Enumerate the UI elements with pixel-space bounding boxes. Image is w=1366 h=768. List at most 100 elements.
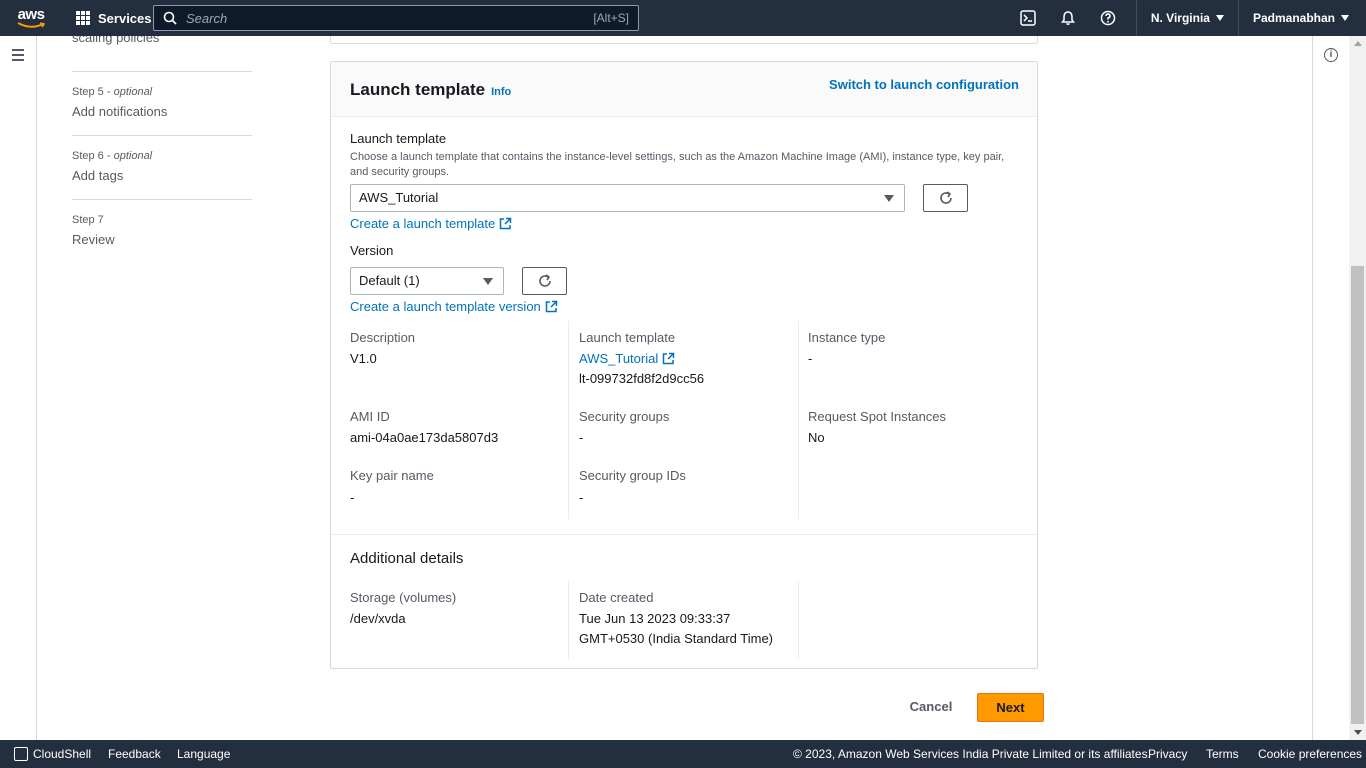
- scroll-up-arrow-icon[interactable]: [1354, 41, 1362, 46]
- step-item: Step 7 Review: [72, 199, 252, 263]
- footer-cookie-preferences-link[interactable]: Cookie preferences: [1258, 747, 1362, 761]
- column-separator: [568, 321, 569, 519]
- launch-template-select[interactable]: AWS_Tutorial: [350, 184, 905, 212]
- date-created-value-line2: GMT+0530 (India Standard Time): [579, 631, 774, 646]
- help-panel-rail: i: [1312, 36, 1349, 740]
- info-link[interactable]: Info: [491, 86, 511, 98]
- aws-smile-icon: [17, 22, 46, 28]
- scrollbar-thumb[interactable]: [1351, 266, 1364, 724]
- ami-id-label: AMI ID: [350, 409, 390, 424]
- help-icon: [1100, 10, 1116, 26]
- date-created-value-line1: Tue Jun 13 2023 09:33:37: [579, 611, 731, 626]
- spot-instances-value: No: [808, 430, 825, 445]
- services-label: Services: [98, 10, 152, 26]
- refresh-versions-button[interactable]: [522, 267, 567, 295]
- launch-template-selected-value: AWS_Tutorial: [359, 190, 439, 205]
- create-launch-template-version-link[interactable]: Create a launch template version: [350, 299, 558, 314]
- version-selected-value: Default (1): [359, 273, 420, 288]
- footer-language-link[interactable]: Language: [177, 747, 230, 761]
- column-separator: [798, 321, 799, 519]
- step-title[interactable]: Review: [72, 232, 252, 247]
- step-title[interactable]: Add notifications: [72, 104, 252, 119]
- template-name-text: AWS_Tutorial: [579, 351, 659, 366]
- help-button[interactable]: [1088, 0, 1128, 36]
- template-name-link[interactable]: AWS_Tutorial: [579, 351, 675, 366]
- page-scrollbar[interactable]: [1349, 36, 1366, 740]
- cloudshell-icon: [14, 747, 28, 761]
- launch-template-panel: Launch template Info Switch to launch con…: [330, 61, 1038, 669]
- step-item: Step 5 - optional Add notifications: [72, 71, 252, 135]
- grid-icon: [76, 11, 90, 25]
- refresh-launch-templates-button[interactable]: [923, 184, 968, 212]
- aws-logo[interactable]: aws: [14, 7, 48, 29]
- column-separator: [568, 581, 569, 659]
- security-group-ids-value: -: [579, 490, 584, 505]
- column-separator: [798, 581, 799, 659]
- account-menu[interactable]: Padmanabhan: [1237, 0, 1366, 36]
- step-title[interactable]: Add tags: [72, 168, 252, 183]
- version-label: Version: [350, 243, 394, 258]
- caret-down-icon: [483, 278, 493, 285]
- panel-title-text: Launch template: [350, 80, 486, 99]
- search-icon: [163, 11, 177, 25]
- footer-privacy-link[interactable]: Privacy: [1148, 747, 1187, 761]
- step-item: Step 6 - optional Add tags: [72, 135, 252, 199]
- storage-value: /dev/xvda: [350, 611, 406, 626]
- caret-down-icon: [1215, 15, 1224, 21]
- bell-icon: [1060, 11, 1075, 25]
- step-4-title-cutoff[interactable]: scaling policies: [72, 36, 252, 62]
- launch-template-description: Choose a launch template that contains t…: [350, 151, 1005, 178]
- footer-copyright: © 2023, Amazon Web Services India Privat…: [793, 747, 1151, 761]
- key-pair-label: Key pair name: [350, 468, 434, 483]
- security-group-ids-label: Security group IDs: [579, 468, 686, 483]
- refresh-icon: [538, 274, 551, 287]
- aws-logo-text: aws: [17, 6, 45, 23]
- create-launch-template-link[interactable]: Create a launch template: [350, 216, 512, 231]
- wizard-steps: scaling policies Step 5 - optional Add n…: [72, 36, 252, 263]
- create-version-text: Create a launch template version: [350, 299, 541, 314]
- account-name: Padmanabhan: [1252, 11, 1335, 25]
- footer: CloudShell Feedback Language © 2023, Ama…: [0, 740, 1366, 768]
- info-icon[interactable]: i: [1324, 48, 1338, 62]
- external-link-icon: [500, 217, 512, 230]
- launch-template-label: Launch template: [350, 131, 447, 146]
- footer-cloudshell-link[interactable]: CloudShell: [33, 747, 91, 761]
- previous-panel-edge: [330, 36, 1038, 44]
- date-created-label: Date created: [579, 590, 654, 605]
- key-pair-value: -: [350, 490, 355, 505]
- security-groups-value: -: [579, 430, 584, 445]
- refresh-icon: [939, 191, 952, 204]
- cloudshell-icon: [1020, 10, 1036, 26]
- footer-feedback-link[interactable]: Feedback: [108, 747, 161, 761]
- instance-type-label: Instance type: [808, 330, 886, 345]
- panel-header: Launch template Info Switch to launch con…: [331, 62, 1037, 117]
- panel-title: Launch template Info: [350, 80, 511, 100]
- next-button[interactable]: Next: [977, 693, 1044, 722]
- services-menu-button[interactable]: Services: [76, 0, 152, 36]
- switch-to-launch-configuration-link[interactable]: Switch to launch configuration: [829, 77, 1019, 92]
- region-selector[interactable]: N. Virginia: [1135, 0, 1238, 36]
- cancel-button[interactable]: Cancel: [899, 693, 963, 721]
- ami-id-value: ami-04a0ae173da5807d3: [350, 430, 499, 445]
- search-bar[interactable]: [Alt+S]: [153, 5, 639, 31]
- side-navigation-rail: [0, 36, 37, 740]
- scroll-down-arrow-icon[interactable]: [1354, 730, 1362, 735]
- description-label: Description: [350, 330, 416, 345]
- step-label: Step 6 - optional: [72, 150, 153, 162]
- additional-details-title: Additional details: [350, 550, 464, 567]
- notifications-button[interactable]: [1048, 0, 1088, 36]
- storage-label: Storage (volumes): [350, 590, 457, 605]
- template-label: Launch template: [579, 330, 676, 345]
- security-groups-label: Security groups: [579, 409, 670, 424]
- footer-terms-link[interactable]: Terms: [1206, 747, 1239, 761]
- search-input[interactable]: [186, 10, 566, 26]
- template-id-value: lt-099732fd8f2d9cc56: [579, 371, 705, 386]
- caret-down-icon: [884, 195, 894, 202]
- hamburger-menu-icon[interactable]: [12, 49, 24, 64]
- step-label: Step 7: [72, 214, 104, 226]
- cloudshell-button[interactable]: [1008, 0, 1048, 36]
- region-label: N. Virginia: [1150, 11, 1210, 25]
- version-select[interactable]: Default (1): [350, 267, 504, 295]
- spot-instances-label: Request Spot Instances: [808, 409, 947, 424]
- top-navigation: aws Services [Alt+S]: [0, 0, 1366, 36]
